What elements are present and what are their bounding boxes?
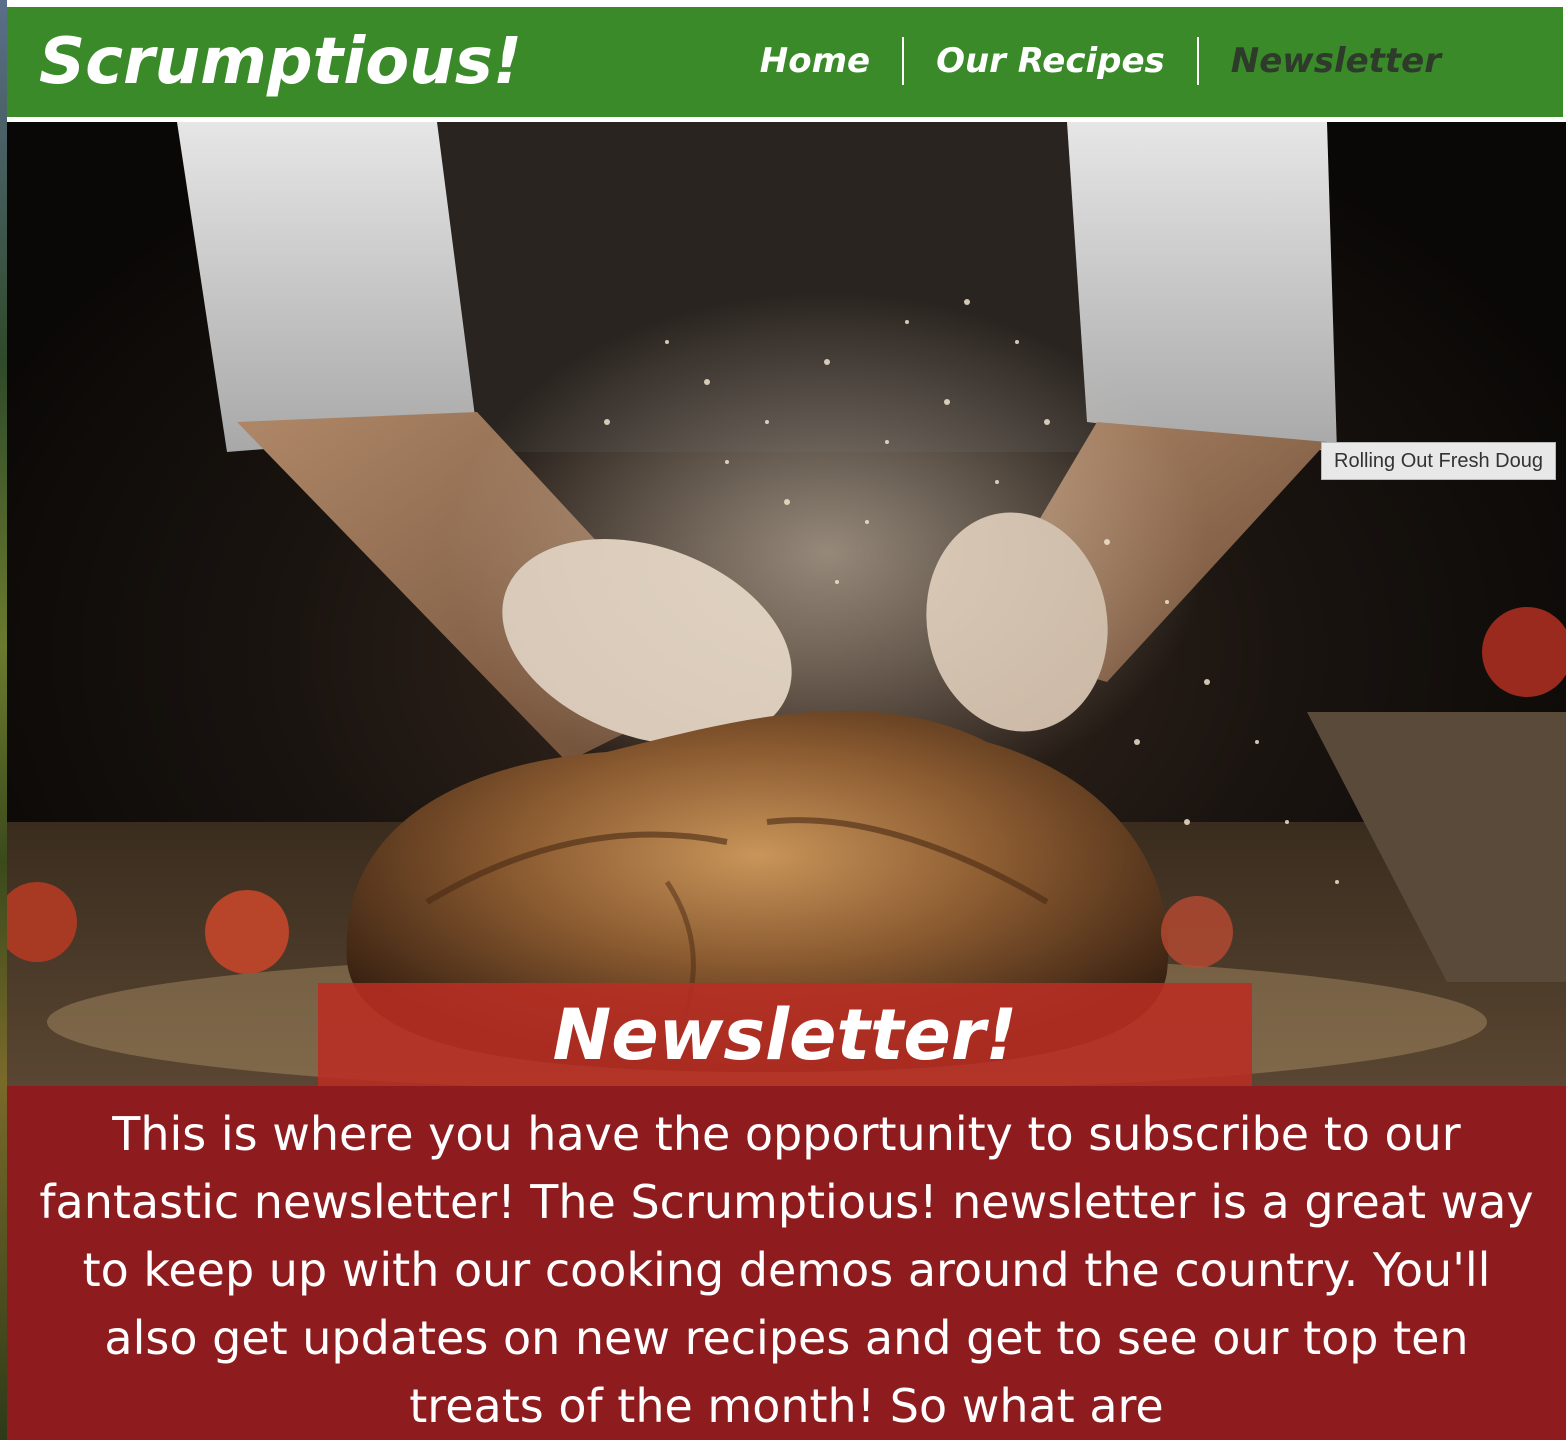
newsletter-paragraph: This is where you have the opportunity t… <box>39 1107 1534 1433</box>
nav-newsletter[interactable]: Newsletter <box>1199 37 1473 85</box>
image-tooltip: Rolling Out Fresh Doug <box>1321 442 1556 480</box>
page-title: Newsletter! <box>552 994 1018 1076</box>
main-nav: Home Our Recipes Newsletter <box>728 37 1473 85</box>
page: Scrumptious! Home Our Recipes Newsletter <box>0 0 1566 1440</box>
hero-image: Rolling Out Fresh Doug <box>7 122 1566 1086</box>
nav-home[interactable]: Home <box>728 37 902 85</box>
nav-our-recipes[interactable]: Our Recipes <box>904 37 1197 85</box>
newsletter-intro: This is where you have the opportunity t… <box>7 1086 1566 1440</box>
background-edge <box>0 0 7 1440</box>
page-title-banner: Newsletter! <box>318 983 1252 1087</box>
site-header: Scrumptious! Home Our Recipes Newsletter <box>7 7 1563 122</box>
bread-photo-illustration <box>7 122 1566 1086</box>
site-logo[interactable]: Scrumptious! <box>39 17 522 107</box>
